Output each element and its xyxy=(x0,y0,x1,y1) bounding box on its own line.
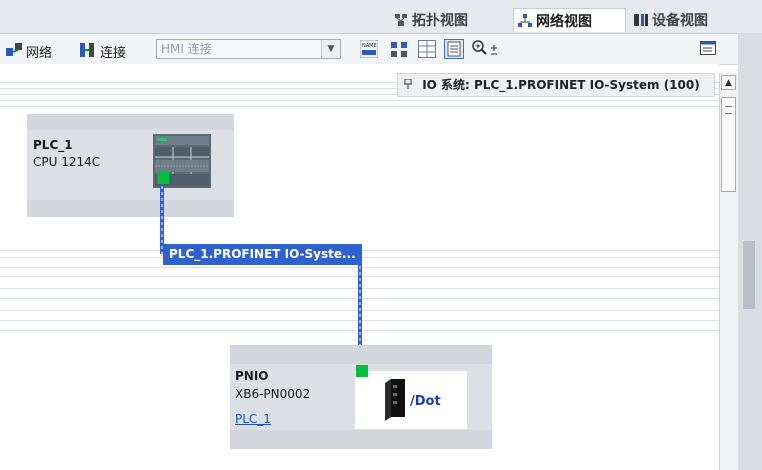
network-overview-button[interactable] xyxy=(390,40,408,62)
show-names-button[interactable]: NAME xyxy=(359,39,379,62)
table-view-button[interactable] xyxy=(444,39,464,63)
svg-text:NAME: NAME xyxy=(362,43,377,49)
connections-icon xyxy=(80,42,94,61)
panel-toggle-button[interactable] xyxy=(700,41,716,59)
panel-icon xyxy=(700,41,716,59)
connection-type-select[interactable]: HMI 连接 ▼ xyxy=(156,39,341,59)
pnio-controller-link[interactable]: PLC_1 xyxy=(235,412,271,426)
network-toolbar: 网络 连接 HMI 连接 ▼ NAME xyxy=(0,34,738,65)
chevron-down-icon[interactable]: ▼ xyxy=(321,40,340,58)
profinet-io-system-label[interactable]: PLC_1.PROFINET IO-Syste... xyxy=(163,244,362,265)
zoom-button[interactable] xyxy=(472,40,500,62)
scroll-up-button[interactable]: ▲ xyxy=(721,75,736,90)
name-icon: NAME xyxy=(359,39,379,62)
network-icon xyxy=(518,13,532,28)
connection-type-value: HMI 连接 xyxy=(161,42,212,56)
table-icon xyxy=(444,39,464,63)
side-panel-strip xyxy=(738,33,762,470)
zoom-icon xyxy=(472,40,500,62)
pnio-module-image: /Dot xyxy=(355,371,467,429)
pnio-logo: /Dot xyxy=(410,394,441,409)
tab-topology-label: 拓扑视图 xyxy=(412,13,468,29)
tab-device-view[interactable]: 设备视图 xyxy=(628,8,762,32)
network-canvas[interactable]: PLC_1 CPU 1214C PLC_1.PROFINET IO-Syste.… xyxy=(0,64,719,470)
pnio-type: XB6-PN0002 xyxy=(235,387,311,401)
vertical-scrollbar[interactable]: ▲ xyxy=(719,73,738,470)
connections-mode-label: 连接 xyxy=(100,46,127,61)
network-view-icon xyxy=(6,42,22,61)
tab-network-view[interactable]: 网络视图 xyxy=(513,8,626,32)
tab-topology-view[interactable]: 拓扑视图 xyxy=(390,8,510,32)
side-panel-collapse-handle[interactable] xyxy=(743,241,755,309)
grid-icon xyxy=(418,40,436,62)
pnio-device-box[interactable]: PNIO XB6-PN0002 PLC_1 /Dot xyxy=(230,345,492,449)
scroll-thumb[interactable] xyxy=(721,97,736,192)
device-icon xyxy=(634,13,648,27)
topology-icon xyxy=(394,13,408,27)
view-tabs: 拓扑视图 网络视图 设备视图 xyxy=(0,0,762,34)
tab-network-label: 网络视图 xyxy=(536,13,592,30)
network-mode-button[interactable]: 网络 xyxy=(6,42,52,61)
tab-device-label: 设备视图 xyxy=(652,13,708,29)
io-system-bar[interactable]: IO 系统: PLC_1.PROFINET IO-System (100) xyxy=(397,73,715,97)
pin-icon[interactable] xyxy=(404,74,412,96)
network-mode-label: 网络 xyxy=(26,46,53,61)
connections-mode-button[interactable]: 连接 xyxy=(80,42,126,61)
network-overview-icon xyxy=(390,40,408,62)
pnio-name: PNIO xyxy=(235,369,269,383)
pnio-profinet-port[interactable] xyxy=(356,365,368,377)
io-system-label: IO 系统: PLC_1.PROFINET IO-System (100) xyxy=(422,78,700,92)
grid-button[interactable] xyxy=(418,40,436,62)
